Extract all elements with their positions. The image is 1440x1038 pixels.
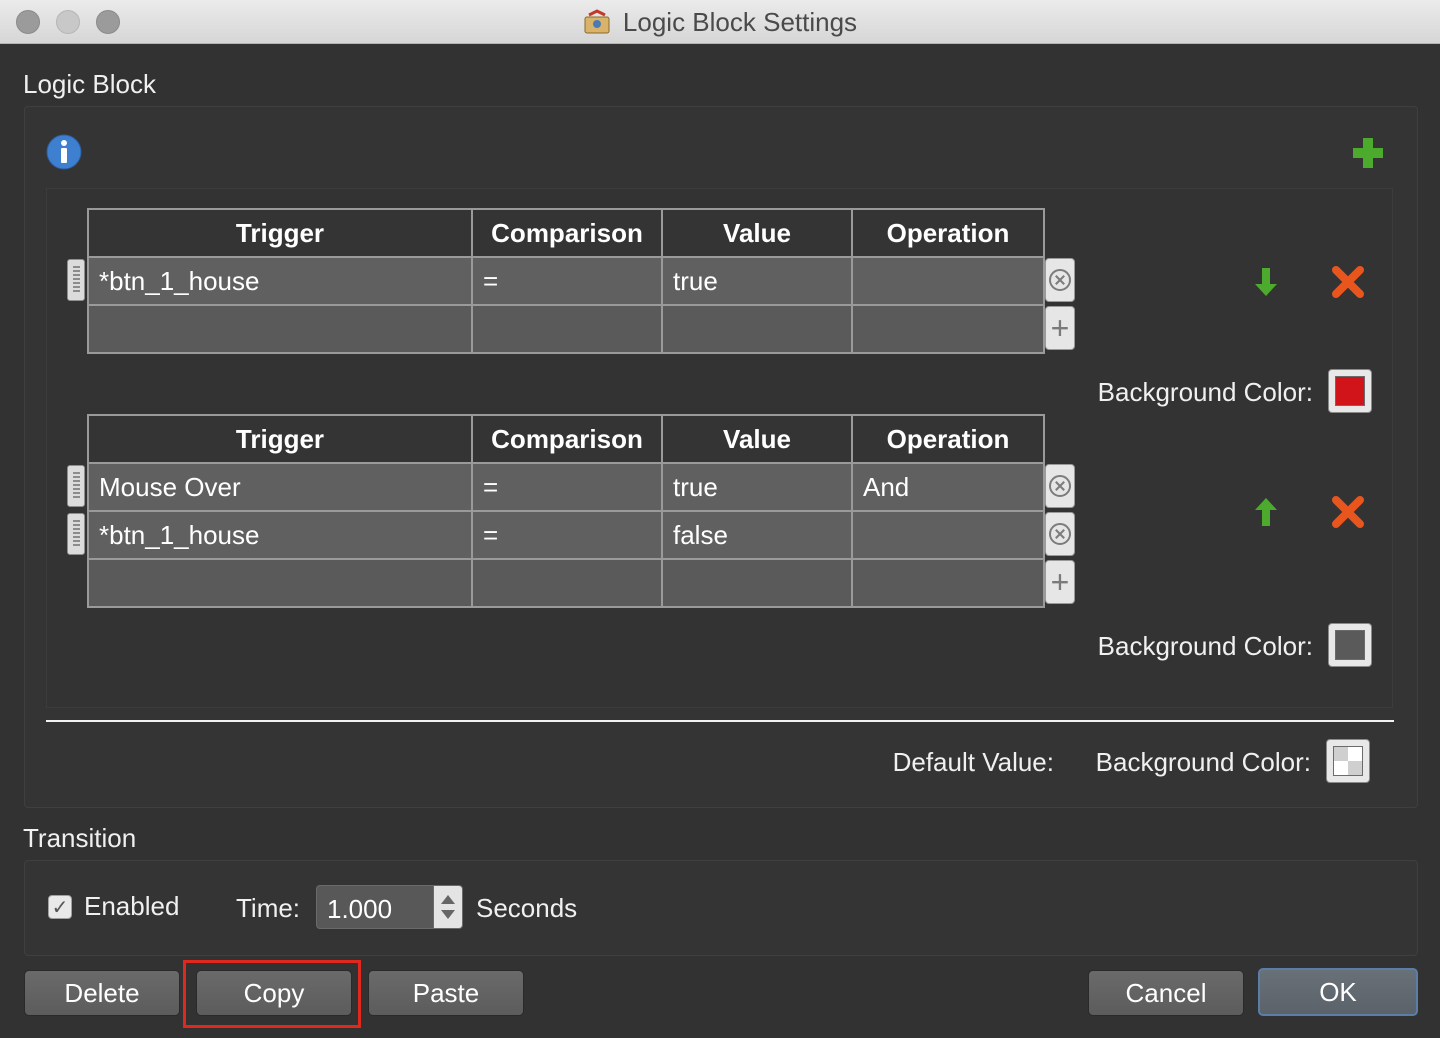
trigger-cell[interactable]: *btn_1_house (87, 510, 473, 560)
background-color-label: Background Color: (1097, 631, 1313, 661)
column-header-operation: Operation (851, 414, 1045, 464)
operation-cell[interactable] (851, 256, 1045, 306)
column-header-value: Value (661, 414, 853, 464)
background-color-label: Background Color: (1097, 377, 1313, 407)
remove-circle-icon (1049, 523, 1071, 545)
app-icon (584, 9, 610, 34)
copy-highlight (183, 960, 361, 1028)
value-cell[interactable] (661, 558, 853, 608)
value-cell[interactable] (661, 304, 853, 354)
title-bar: Logic Block Settings (0, 0, 1440, 44)
delete-table-icon[interactable] (1330, 494, 1366, 530)
ok-button[interactable]: OK (1258, 968, 1418, 1016)
empty-row (87, 558, 1045, 608)
background-color-swatch[interactable] (1328, 369, 1372, 413)
window-title: Logic Block Settings (622, 6, 858, 37)
remove-row-button[interactable] (1045, 258, 1075, 302)
time-spinbox[interactable]: 1.000 (316, 885, 463, 929)
add-row-button[interactable]: + (1045, 560, 1075, 604)
stepper-arrows[interactable] (433, 886, 462, 928)
transition-group (24, 860, 1418, 956)
decrement-icon[interactable] (441, 910, 455, 919)
column-header-trigger: Trigger (87, 208, 473, 258)
seconds-label: Seconds (476, 893, 578, 923)
row-drag-handle[interactable] (67, 513, 85, 555)
transition-label: Transition (23, 823, 137, 853)
paste-button[interactable]: Paste (368, 970, 524, 1016)
add-row-button[interactable]: + (1045, 306, 1075, 350)
remove-circle-icon (1049, 269, 1071, 291)
value-cell[interactable]: true (661, 256, 853, 306)
delete-table-icon[interactable] (1330, 264, 1366, 300)
trigger-cell[interactable]: Mouse Over (87, 462, 473, 512)
divider (46, 720, 1394, 722)
color-preview (1335, 630, 1365, 660)
cancel-button[interactable]: Cancel (1088, 970, 1244, 1016)
move-up-icon[interactable] (1252, 496, 1280, 528)
delete-button[interactable]: Delete (24, 970, 180, 1016)
move-down-icon[interactable] (1252, 266, 1280, 298)
table-row: *btn_1_house = true (87, 256, 1045, 306)
enabled-checkbox[interactable]: ✓ (48, 895, 72, 919)
remove-row-button[interactable] (1045, 464, 1075, 508)
table-row: Mouse Over = true And (87, 462, 1045, 512)
enabled-label: Enabled (84, 891, 180, 921)
info-icon[interactable] (46, 134, 82, 170)
operation-cell[interactable]: And (851, 462, 1045, 512)
trigger-cell[interactable]: *btn_1_house (87, 256, 473, 306)
column-header-comparison: Comparison (471, 414, 663, 464)
condition-table-2: Trigger Comparison Value Operation Mouse… (87, 414, 1045, 608)
time-label: Time: (236, 893, 301, 923)
plus-icon: + (1050, 310, 1070, 346)
plus-icon: + (1050, 564, 1070, 600)
operation-cell[interactable] (851, 304, 1045, 354)
checkmark-icon: ✓ (51, 896, 69, 919)
trigger-cell[interactable] (87, 304, 473, 354)
comparison-cell[interactable]: = (471, 256, 663, 306)
table-row: *btn_1_house = false (87, 510, 1045, 560)
row-drag-handle[interactable] (67, 465, 85, 507)
remove-row-button[interactable] (1045, 512, 1075, 556)
comparison-cell[interactable]: = (471, 462, 663, 512)
comparison-cell[interactable] (471, 304, 663, 354)
column-header-operation: Operation (851, 208, 1045, 258)
trigger-cell[interactable] (87, 558, 473, 608)
default-value-label: Default Value: (892, 747, 1054, 777)
condition-table-1: Trigger Comparison Value Operation *btn_… (87, 208, 1045, 354)
time-value[interactable]: 1.000 (327, 894, 392, 925)
column-header-comparison: Comparison (471, 208, 663, 258)
comparison-cell[interactable] (471, 558, 663, 608)
increment-icon[interactable] (441, 895, 455, 904)
empty-row (87, 304, 1045, 354)
transparent-color-preview (1333, 746, 1363, 776)
logic-block-label: Logic Block (23, 69, 156, 99)
value-cell[interactable]: false (661, 510, 853, 560)
comparison-cell[interactable]: = (471, 510, 663, 560)
default-background-color-swatch[interactable] (1326, 739, 1370, 783)
column-header-value: Value (661, 208, 853, 258)
add-table-icon[interactable] (1351, 136, 1385, 170)
remove-circle-icon (1049, 475, 1071, 497)
color-preview (1335, 376, 1365, 406)
value-cell[interactable]: true (661, 462, 853, 512)
row-drag-handle[interactable] (67, 259, 85, 301)
operation-cell[interactable] (851, 510, 1045, 560)
background-color-swatch[interactable] (1328, 623, 1372, 667)
default-background-color-label: Background Color: (1095, 747, 1311, 777)
column-header-trigger: Trigger (87, 414, 473, 464)
operation-cell[interactable] (851, 558, 1045, 608)
